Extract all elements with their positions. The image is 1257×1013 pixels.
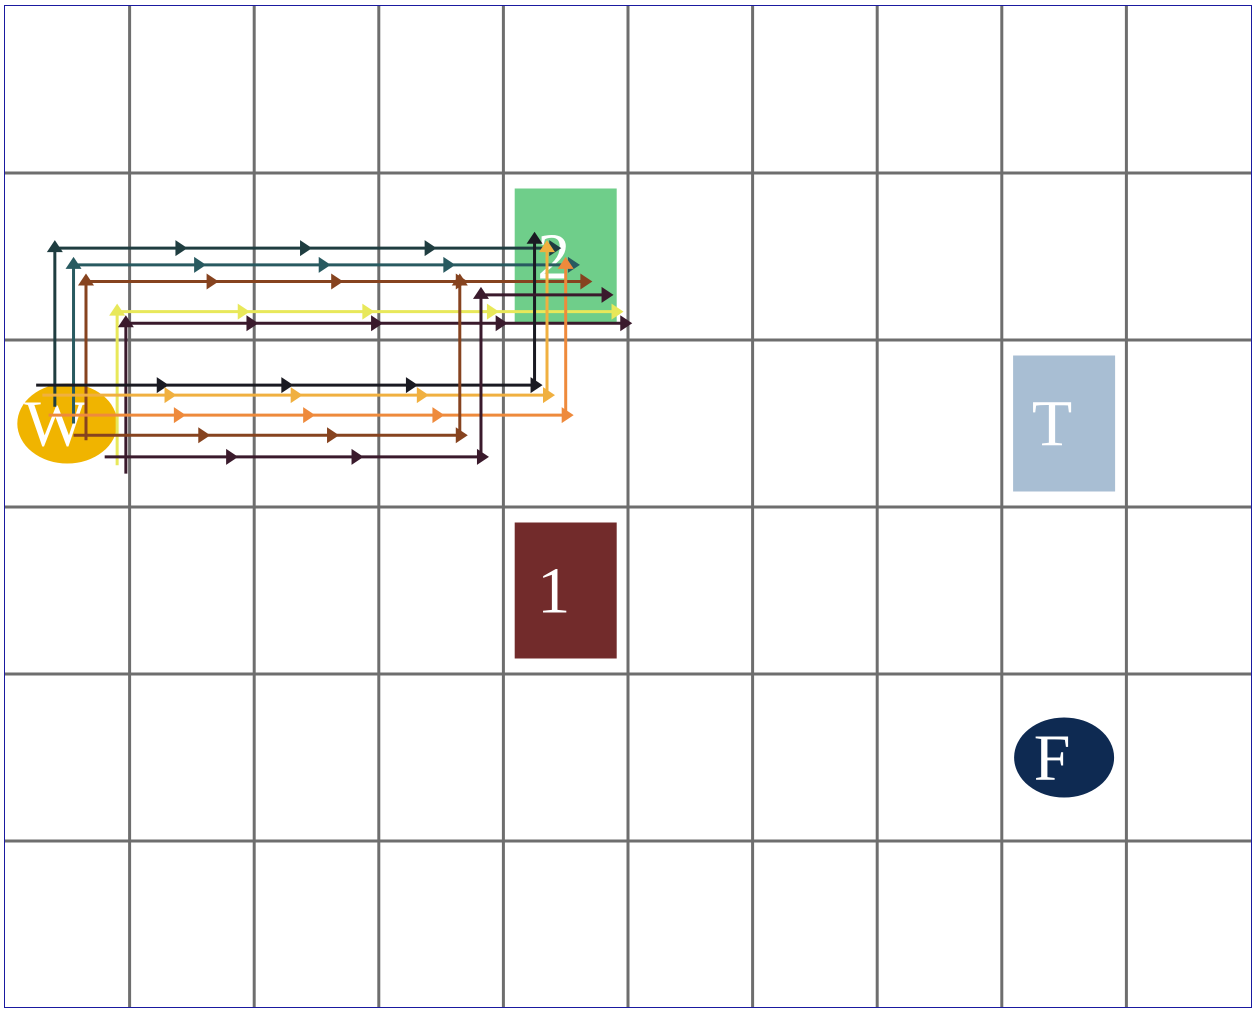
path-arrowhead bbox=[331, 273, 344, 290]
path-arrowhead bbox=[620, 315, 633, 332]
path-arrowhead bbox=[194, 256, 207, 273]
path-arrowhead bbox=[443, 256, 456, 273]
path-arrowhead bbox=[65, 256, 82, 269]
path-arrowhead bbox=[46, 240, 63, 253]
path-arrowhead bbox=[198, 427, 211, 444]
path-arrowhead bbox=[173, 407, 186, 424]
path-arrowhead bbox=[424, 240, 437, 257]
path-arrowhead bbox=[226, 448, 239, 465]
path-arrowhead bbox=[290, 387, 303, 404]
path-arrowhead bbox=[451, 273, 468, 286]
path-arrowhead bbox=[530, 377, 543, 394]
path-arrowhead bbox=[495, 315, 508, 332]
path-arrowhead bbox=[318, 256, 331, 273]
path-arrowhead bbox=[472, 286, 489, 299]
path-line bbox=[115, 310, 616, 466]
path-arrowhead bbox=[175, 240, 188, 257]
path-line bbox=[73, 281, 462, 437]
move-path bbox=[73, 273, 468, 444]
path-arrowhead bbox=[371, 315, 384, 332]
path-arrowhead bbox=[300, 240, 313, 257]
path-arrowhead bbox=[206, 273, 219, 290]
path-arrowhead bbox=[405, 377, 418, 394]
path-arrowhead bbox=[432, 407, 445, 424]
path-arrowhead bbox=[543, 387, 556, 404]
path-arrowhead bbox=[561, 407, 574, 424]
path-arrowhead bbox=[303, 407, 316, 424]
piece-f: F bbox=[1014, 717, 1115, 798]
piece-f-label: F bbox=[1034, 722, 1071, 795]
path-arrowhead bbox=[327, 427, 340, 444]
path-arrowhead bbox=[117, 315, 134, 328]
path-arrowhead bbox=[416, 387, 429, 404]
grid bbox=[5, 6, 1251, 1008]
piece-1-label: 1 bbox=[537, 555, 570, 628]
piece-t-label: T bbox=[1032, 388, 1072, 461]
path-arrowhead bbox=[351, 448, 364, 465]
piece-t: T bbox=[1013, 355, 1116, 492]
game-board: W2T1F bbox=[4, 5, 1252, 1008]
piece-1: 1 bbox=[514, 522, 617, 659]
path-arrowhead bbox=[109, 303, 126, 316]
path-arrowhead bbox=[164, 387, 177, 404]
path-arrowhead bbox=[455, 427, 468, 444]
path-arrowhead bbox=[246, 315, 259, 332]
path-line bbox=[72, 263, 572, 424]
path-arrowhead bbox=[77, 273, 94, 286]
path-arrowhead bbox=[476, 448, 489, 465]
